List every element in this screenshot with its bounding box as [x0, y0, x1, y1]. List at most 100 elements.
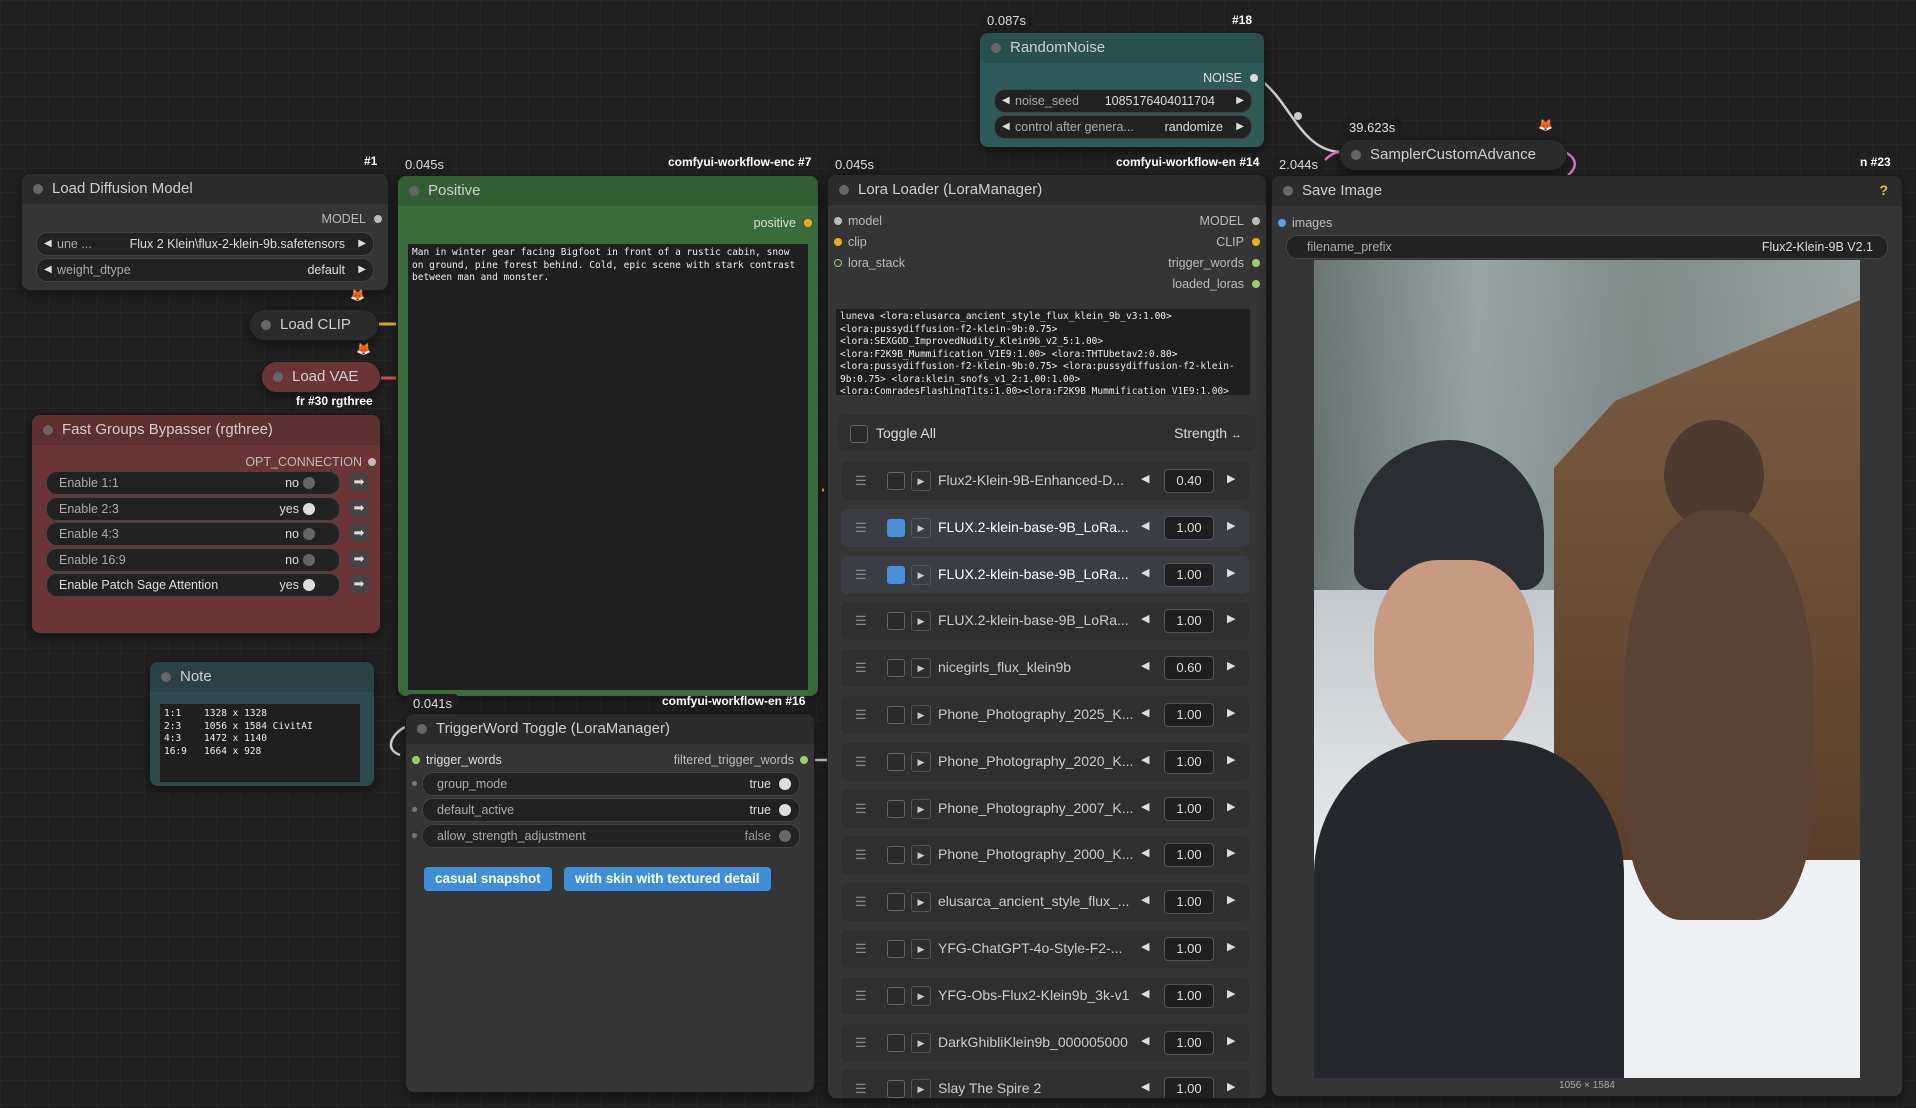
widget-input-socket[interactable]: [412, 807, 417, 812]
lora-row[interactable]: ☰ ▶ Phone_Photography_2000_K... ◀ 1.00 ▶: [841, 836, 1249, 875]
strength-header[interactable]: Strength ↔: [1174, 425, 1242, 441]
unet-name-widget[interactable]: ◀ une ... Flux 2 Klein\flux-2-klein-9b.s…: [36, 232, 374, 256]
lora-row[interactable]: ☰ ▶ YFG-ChatGPT-4o-Style-F2-... ◀ 1.00 ▶: [841, 930, 1249, 968]
increment-arrow-icon[interactable]: ▶: [1227, 987, 1235, 1000]
lora-enable-checkbox[interactable]: [887, 893, 905, 912]
lora-name[interactable]: Phone_Photography_2000_K...: [938, 846, 1148, 862]
lora-strength-input[interactable]: 0.40: [1164, 469, 1214, 493]
trigger-word-chip[interactable]: casual snapshot: [424, 867, 552, 891]
model-input-socket[interactable]: [834, 217, 842, 225]
lora-enable-checkbox[interactable]: [887, 472, 905, 490]
toggle-knob[interactable]: [303, 502, 315, 515]
bypass-toggle-row[interactable]: Enable 16:9 no: [46, 547, 340, 572]
lora-enable-checkbox[interactable]: [887, 752, 905, 771]
play-icon[interactable]: ▶: [911, 705, 931, 725]
fast-groups-bypasser-node[interactable]: Fast Groups Bypasser (rgthree) OPT_CONNE…: [32, 415, 380, 633]
load-vae-node[interactable]: Load VAE: [262, 362, 380, 392]
increment-arrow-icon[interactable]: ▶: [1227, 846, 1235, 859]
play-icon[interactable]: ▶: [911, 611, 931, 632]
lora-enable-checkbox[interactable]: [887, 612, 905, 631]
images-input-socket[interactable]: [1278, 219, 1286, 227]
lora-name[interactable]: nicegirls_flux_klein9b: [938, 659, 1148, 675]
lora-name[interactable]: YFG-Obs-Flux2-Klein9b_3k-v1: [938, 987, 1148, 1003]
bypass-toggle-row[interactable]: Enable 2:3 yes: [46, 496, 340, 521]
arrow-right-icon[interactable]: ➡: [350, 575, 368, 593]
collapse-dot-icon[interactable]: [417, 724, 427, 734]
widget-input-socket[interactable]: [412, 833, 417, 838]
increment-arrow-icon[interactable]: ▶: [1227, 940, 1235, 953]
clip-input-socket[interactable]: [834, 238, 842, 246]
lora-enable-checkbox[interactable]: [887, 940, 905, 958]
increment-arrow-icon[interactable]: ▶: [1236, 90, 1244, 112]
decrement-arrow-icon[interactable]: ◀: [1141, 612, 1149, 625]
decrement-arrow-icon[interactable]: ◀: [1002, 90, 1010, 112]
lora-enable-checkbox[interactable]: [887, 706, 905, 724]
toggle-knob[interactable]: [779, 830, 791, 842]
lora-row[interactable]: ☰ ▶ nicegirls_flux_klein9b ◀ 0.60 ▶: [841, 649, 1249, 688]
positive-title[interactable]: Positive: [398, 176, 818, 206]
increment-arrow-icon[interactable]: ▶: [358, 259, 366, 281]
play-icon[interactable]: ▶: [911, 658, 931, 679]
lora-name[interactable]: FLUX.2-klein-base-9B_LoRa...: [938, 612, 1148, 628]
output-image-preview[interactable]: [1314, 260, 1860, 1078]
load-vae-title[interactable]: Load VAE: [262, 362, 380, 392]
collapse-dot-icon[interactable]: [409, 186, 419, 196]
lora-strength-input[interactable]: 1.00: [1164, 609, 1214, 634]
noise-seed-widget[interactable]: ◀ noise_seed 1085176404011704 ▶: [994, 89, 1252, 113]
arrow-right-icon[interactable]: ➡: [350, 473, 368, 491]
decrement-arrow-icon[interactable]: ◀: [44, 259, 52, 281]
toggle-knob[interactable]: [779, 778, 791, 790]
lora-name[interactable]: FLUX.2-klein-base-9B_LoRa...: [938, 519, 1148, 535]
lora-name[interactable]: YFG-ChatGPT-4o-Style-F2-...: [938, 940, 1148, 956]
collapse-dot-icon[interactable]: [161, 672, 171, 682]
collapse-dot-icon[interactable]: [991, 43, 1001, 53]
increment-arrow-icon[interactable]: ▶: [1227, 753, 1235, 766]
drag-handle-icon[interactable]: ☰: [855, 801, 867, 817]
filtered-trigger-output-socket[interactable]: [800, 756, 808, 764]
lora-enable-checkbox[interactable]: [887, 518, 905, 537]
lora-row[interactable]: ☰ ▶ YFG-Obs-Flux2-Klein9b_3k-v1 ◀ 1.00 ▶: [841, 976, 1249, 1015]
lora-enable-checkbox[interactable]: [887, 1033, 905, 1052]
note-node[interactable]: Note 1:1 1328 x 1328 2:3 1056 x 1584 Civ…: [150, 662, 374, 786]
lora-strength-input[interactable]: 1.00: [1164, 983, 1214, 1008]
collapse-dot-icon[interactable]: [273, 372, 283, 382]
decrement-arrow-icon[interactable]: ◀: [1141, 472, 1149, 485]
trigger-words-input-socket[interactable]: [412, 756, 420, 764]
play-icon[interactable]: ▶: [911, 517, 931, 538]
arrow-right-icon[interactable]: ➡: [350, 524, 368, 542]
collapse-dot-icon[interactable]: [1351, 150, 1361, 160]
collapse-dot-icon[interactable]: [839, 185, 849, 195]
lora-strength-input[interactable]: 1.00: [1164, 1030, 1214, 1055]
model-output-socket[interactable]: [1252, 217, 1260, 225]
lora-name[interactable]: Slay The Spire 2: [938, 1080, 1148, 1096]
lora-row[interactable]: ☰ ▶ Phone_Photography_2007_K... ◀ 1.00 ▶: [841, 789, 1249, 828]
clip-output-socket[interactable]: [1252, 238, 1260, 246]
decrement-arrow-icon[interactable]: ◀: [1141, 800, 1149, 813]
lora-strength-input[interactable]: 1.00: [1164, 515, 1214, 540]
load-clip-node[interactable]: Load CLIP: [250, 310, 378, 340]
lora-name[interactable]: elusarca_ancient_style_flux_...: [938, 893, 1148, 909]
drag-handle-icon[interactable]: ☰: [855, 567, 867, 583]
lora-row[interactable]: ☰ ▶ FLUX.2-klein-base-9B_LoRa... ◀ 1.00 ▶: [841, 555, 1249, 594]
bypass-toggle-row[interactable]: Enable 1:1 no: [46, 471, 340, 495]
decrement-arrow-icon[interactable]: ◀: [1141, 566, 1149, 579]
decrement-arrow-icon[interactable]: ◀: [1141, 987, 1149, 1000]
collapse-dot-icon[interactable]: [1283, 186, 1293, 196]
increment-arrow-icon[interactable]: ▶: [1227, 893, 1235, 906]
collapse-dot-icon[interactable]: [33, 184, 43, 194]
control-after-generate-widget[interactable]: ◀ control after genera... randomize ▶: [994, 115, 1252, 139]
lora-strength-input[interactable]: 1.00: [1164, 703, 1214, 727]
lora-strength-input[interactable]: 1.00: [1164, 1077, 1214, 1098]
bypasser-title[interactable]: Fast Groups Bypasser (rgthree): [32, 415, 380, 445]
lora-stack-input-socket[interactable]: [834, 259, 842, 267]
play-icon[interactable]: ▶: [911, 798, 931, 819]
increment-arrow-icon[interactable]: ▶: [1227, 800, 1235, 813]
widget-input-socket[interactable]: [412, 781, 417, 786]
drag-handle-icon[interactable]: ☰: [855, 1035, 867, 1051]
load-diffusion-model-node[interactable]: Load Diffusion Model MODEL ◀ une ... Flu…: [22, 174, 388, 290]
lora-enable-checkbox[interactable]: [887, 846, 905, 865]
lora-row[interactable]: ☰ ▶ Flux2-Klein-9B-Enhanced-D... ◀ 0.40 ▶: [841, 462, 1249, 500]
increment-arrow-icon[interactable]: ▶: [358, 233, 366, 255]
toggle-all-checkbox[interactable]: [850, 425, 868, 443]
lora-strength-input[interactable]: 1.00: [1164, 937, 1214, 961]
